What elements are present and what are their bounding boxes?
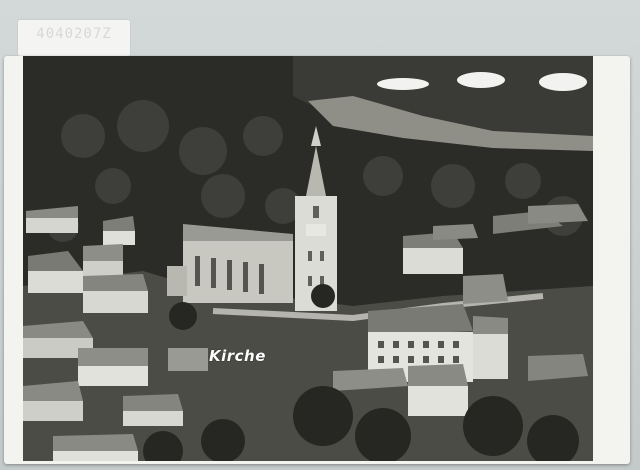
photo-caption: Kirche (209, 347, 266, 365)
bright-patch-1 (377, 78, 429, 90)
bright-patch-2 (457, 72, 505, 88)
inventory-sticker: 4040207Z (18, 20, 130, 56)
sticker-code: 4040207Z (36, 26, 112, 42)
bright-patch-3 (539, 73, 587, 91)
aerial-photo (23, 56, 593, 461)
aerial-photo-drawing (23, 56, 593, 461)
